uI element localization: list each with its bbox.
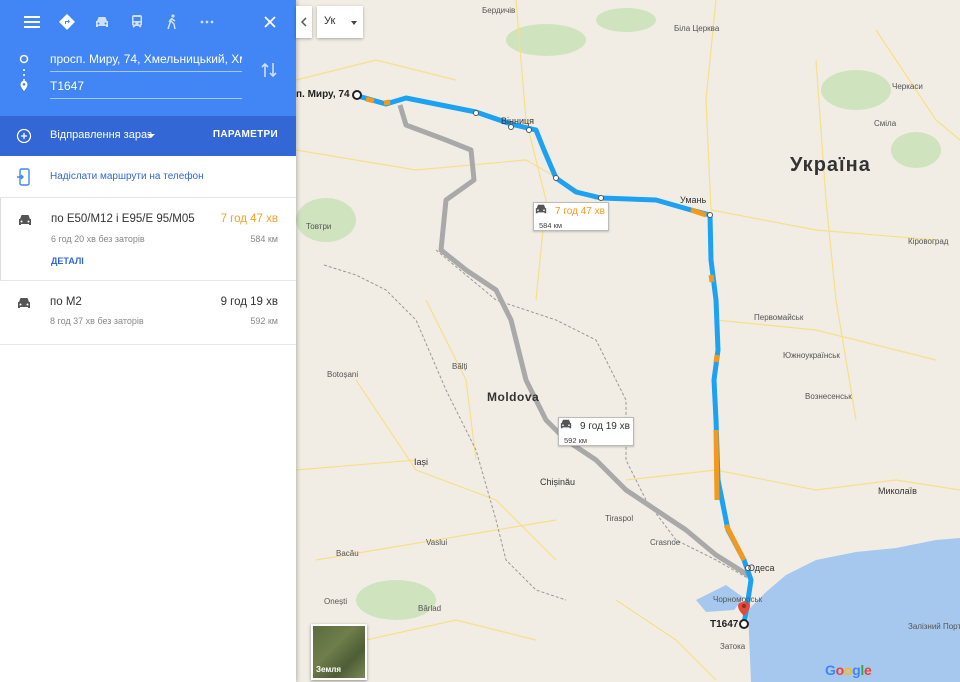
city-label: Вознесенськ — [805, 392, 852, 401]
city-label: Кіровоград — [908, 237, 949, 246]
directions-icon[interactable] — [49, 7, 84, 37]
departure-time-select[interactable]: Відправлення зараз — [50, 129, 152, 141]
close-icon[interactable] — [260, 12, 280, 32]
directions-panel: просп. Миру, 74, Хмельницький, Хмельниць… — [0, 0, 296, 682]
route-box-time: 9 год 19 хв — [580, 421, 630, 432]
destination-label: T1647 — [710, 619, 739, 630]
city-label: Bălți — [452, 362, 468, 371]
route-time: 9 год 19 хв — [220, 296, 278, 308]
origin-label: п. Миру, 74 — [296, 89, 350, 100]
city-label: Tiraspol — [605, 514, 634, 523]
destination-row: T1647 — [0, 73, 296, 103]
chevron-down-icon — [351, 21, 357, 25]
send-to-phone-icon — [17, 168, 30, 186]
city-label: Затока — [720, 642, 746, 651]
swap-icon[interactable] — [260, 60, 278, 80]
route-option-2[interactable]: по M2 9 год 19 хв 8 год 37 хв без заторі… — [0, 281, 296, 345]
map-canvas[interactable]: п. Миру, 74 T1647 Україна Moldova Бердич… — [296, 0, 960, 682]
city-label: Bacău — [336, 549, 359, 558]
city-label: Черкаси — [892, 82, 923, 91]
city-label: Южноукраїнськ — [783, 351, 840, 360]
city-label: Бердичів — [482, 6, 516, 15]
route-box-distance: 592 км — [564, 436, 588, 445]
car-icon — [535, 204, 547, 214]
add-circle-icon[interactable] — [16, 128, 32, 144]
border-line-2 — [435, 249, 752, 581]
route-box-time: 7 год 47 хв — [555, 206, 605, 217]
language-select[interactable]: Ук — [317, 6, 363, 38]
more-modes-icon[interactable] — [189, 7, 224, 37]
city-label: Onești — [324, 597, 348, 606]
city-label: Chișinău — [540, 477, 576, 487]
city-label: Vaslui — [426, 538, 448, 547]
destination-input[interactable]: T1647 — [50, 73, 242, 99]
main-route-line — [357, 93, 754, 625]
route-name: по M2 — [50, 296, 82, 308]
car-mode-icon[interactable] — [84, 7, 119, 37]
destination-marker — [739, 619, 749, 629]
traffic-segments — [365, 96, 747, 562]
origin-marker — [352, 90, 362, 100]
route-time-no-traffic: 6 год 20 хв без заторів — [51, 234, 145, 244]
city-label: Crasnoe — [650, 538, 681, 547]
route-time-no-traffic: 8 год 37 хв без заторів — [50, 316, 144, 326]
send-to-phone-label: Надіслати маршрути на телефон — [50, 171, 204, 182]
walk-mode-icon[interactable] — [154, 7, 189, 37]
directions-header: просп. Миру, 74, Хмельницький, Хмельниць… — [0, 0, 296, 156]
border-line — [323, 264, 567, 601]
map-graphics — [296, 0, 960, 682]
black-sea — [748, 538, 960, 682]
chevron-left-icon — [301, 17, 307, 27]
country-label-moldova: Moldova — [487, 390, 540, 404]
destination-pin-icon — [20, 80, 28, 92]
city-label: Вінниця — [501, 116, 534, 126]
city-label: Залізний Порт — [908, 622, 960, 631]
maps-app: п. Миру, 74 T1647 Україна Moldova Бердич… — [0, 0, 960, 682]
collapse-panel-button[interactable] — [296, 6, 312, 38]
google-logo: Google — [825, 662, 872, 678]
route-box-distance: 584 км — [539, 221, 563, 230]
earth-layer-toggle[interactable]: Земля — [311, 624, 367, 680]
chevron-down-icon — [147, 134, 155, 138]
city-label: Первомайськ — [754, 313, 804, 322]
route-distance: 584 км — [250, 234, 278, 244]
hamburger-icon[interactable] — [14, 7, 49, 37]
country-label-ukraine: Україна — [790, 154, 871, 176]
city-label: Біла Церква — [674, 24, 720, 33]
travel-mode-bar — [0, 0, 296, 44]
origin-input[interactable]: просп. Миру, 74, Хмельницький, Хмельниць… — [50, 46, 242, 72]
route-time: 7 год 47 хв — [220, 213, 278, 225]
earth-label: Земля — [316, 665, 342, 674]
city-label: Одеса — [748, 563, 775, 573]
city-label: Сміла — [874, 119, 897, 128]
city-label: Миколаїв — [878, 486, 917, 496]
car-icon — [560, 419, 572, 429]
city-label: Botoșani — [327, 370, 359, 379]
city-label: Bârlad — [418, 604, 442, 613]
city-label: Товтри — [306, 222, 332, 231]
route-distance: 592 км — [250, 316, 278, 326]
language-label: Ук — [324, 15, 336, 27]
car-icon — [19, 215, 31, 225]
city-label: Умань — [680, 195, 707, 205]
route-box-alternate[interactable]: 9 год 19 хв 592 км — [558, 417, 634, 446]
car-icon — [18, 298, 30, 308]
send-to-phone-row[interactable]: Надіслати маршрути на телефон — [0, 156, 296, 198]
options-button[interactable]: ПАРАМЕТРИ — [213, 129, 278, 140]
route-box-primary[interactable]: 7 год 47 хв 584 км — [533, 202, 609, 231]
route-name: по E50/M12 і E95/E 95/M05 — [51, 213, 195, 225]
route-option-1[interactable]: по E50/M12 і E95/E 95/M05 7 год 47 хв 6 … — [0, 198, 296, 281]
city-label: Чорноморськ — [713, 595, 763, 604]
train-mode-icon[interactable] — [119, 7, 154, 37]
departure-bar: Відправлення зараз ПАРАМЕТРИ — [0, 116, 296, 156]
city-label: Iași — [414, 457, 429, 467]
origin-circle-icon — [19, 54, 29, 64]
origin-row: просп. Миру, 74, Хмельницький, Хмельниць… — [0, 44, 296, 74]
alt-route-line — [397, 104, 750, 578]
details-link[interactable]: ДЕТАЛІ — [51, 256, 84, 266]
